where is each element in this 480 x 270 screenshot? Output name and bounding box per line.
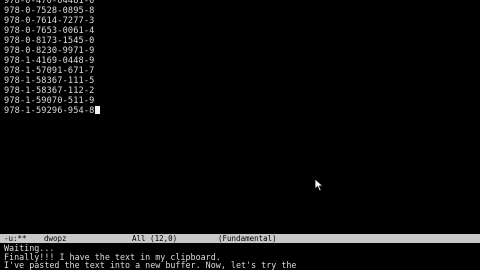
echo-line: I've pasted the text into a new buffer. … xyxy=(4,260,297,270)
buffer-line: 978-0-7614-7277-3 xyxy=(4,16,95,26)
buffer-line: 978-1-4169-0448-9 xyxy=(4,56,95,66)
buffer-line: 978-0-8230-9971-9 xyxy=(4,46,95,56)
current-line-text: 978-1-59296-954-8 xyxy=(4,106,95,116)
mouse-pointer-icon xyxy=(314,178,324,192)
buffer-line: 978-1-58367-112-2 xyxy=(4,86,95,96)
mode-line-major-mode: (Fundamental) xyxy=(218,234,277,243)
buffer-line-current: 978-1-59296-954-8 xyxy=(4,106,474,116)
buffer-line: 978-1-58367-111-5 xyxy=(4,76,95,86)
buffer-line: 978-1-57091-671-7 xyxy=(4,66,95,76)
mode-line-position: All (12,0) xyxy=(132,234,178,243)
text-cursor xyxy=(94,106,100,114)
buffer-line: 978-0-7653-0061-4 xyxy=(4,26,95,36)
echo-area: Waiting... Finally!!! I have the text in… xyxy=(4,244,478,270)
buffer-line: 978-0-8173-1545-0 xyxy=(4,36,95,46)
buffer-line: 978-0-7528-0895-8 xyxy=(4,6,95,16)
mode-line-status: -u:** xyxy=(4,234,27,243)
mode-line: -u:** dwopz All (12,0) (Fundamental) xyxy=(0,234,480,243)
mode-line-buffer-name: dwopz xyxy=(44,234,67,243)
text-buffer[interactable]: 978-0-470-04481-0 978-0-7528-0895-8 978-… xyxy=(4,0,474,228)
buffer-line: 978-1-59070-511-9 xyxy=(4,96,95,106)
emacs-window: 978-0-470-04481-0 978-0-7528-0895-8 978-… xyxy=(0,0,480,270)
